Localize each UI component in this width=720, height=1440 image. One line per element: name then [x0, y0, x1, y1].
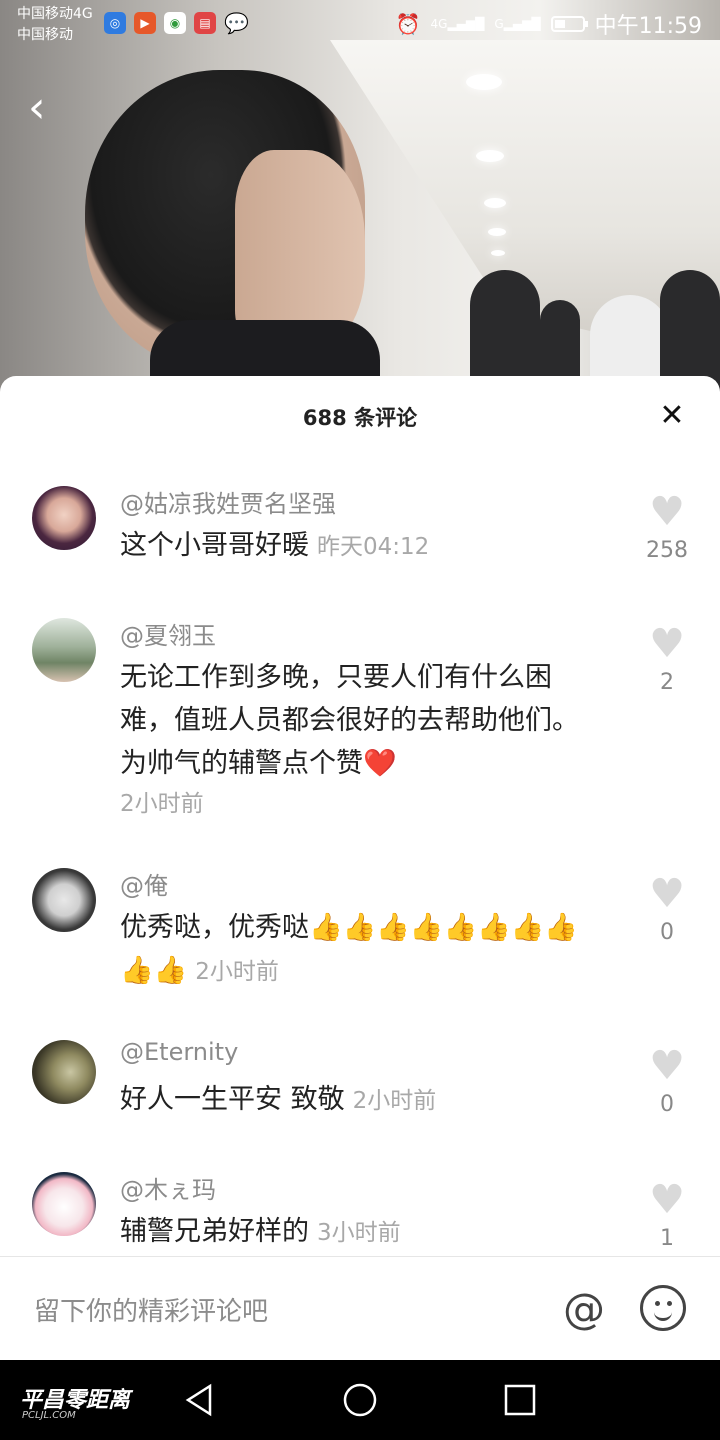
like-count: 2: [660, 670, 674, 695]
like-button[interactable]: ♥ 258: [642, 492, 692, 563]
comment-text: 好人一生平安 致敬 2小时前: [120, 1084, 437, 1115]
nav-back-icon[interactable]: [182, 1382, 218, 1418]
comments-sheet: 688 条评论 ✕ @姑凉我姓贾名坚强 这个小哥哥好暖 昨天04:12 ♥ 258…: [0, 376, 720, 1360]
signal-icon-2: G▂▄▆█: [494, 17, 541, 31]
heart-icon: ♥: [649, 489, 685, 535]
carrier-label-1: 中国移动4G: [17, 6, 93, 22]
close-icon[interactable]: ✕: [656, 400, 688, 432]
emoji-icon[interactable]: [640, 1285, 686, 1331]
comment-text: 这个小哥哥好暖 昨天04:12: [120, 530, 430, 561]
app-notification-icon: ◎: [104, 12, 126, 34]
video-background[interactable]: [0, 0, 720, 420]
ceiling-light: [476, 150, 504, 162]
book-notification-icon: ▤: [194, 12, 216, 34]
comment-item: @俺 优秀哒，优秀哒👍👍👍👍👍👍👍👍👍👍 2小时前 ♥ 0: [0, 840, 720, 1010]
avatar[interactable]: [32, 868, 96, 932]
watermark-url: PCLJL.COM: [22, 1410, 76, 1421]
like-count: 0: [660, 920, 674, 945]
status-bar: 中国移动4G 中国移动 ◎ ▶ ◉ ▤ 💬 ⏰ 4G▂▄▆█ G▂▄▆█ 中午1…: [0, 0, 720, 48]
ceiling-light: [488, 228, 506, 236]
like-count: 1: [660, 1226, 674, 1251]
heart-icon: ♥: [649, 1177, 685, 1223]
heart-icon: ♥: [649, 1043, 685, 1089]
comment-time: 2小时前: [352, 1088, 437, 1114]
avatar[interactable]: [32, 1040, 96, 1104]
ceiling-light: [466, 74, 502, 90]
like-button[interactable]: ♥ 2: [642, 624, 692, 695]
at-mention-icon[interactable]: @: [560, 1285, 608, 1333]
comment-item: @Eternity 好人一生平安 致敬 2小时前 ♥ 0: [0, 1012, 720, 1142]
comment-text: 优秀哒，优秀哒👍👍👍👍👍👍👍👍👍👍 2小时前: [120, 912, 578, 986]
avatar[interactable]: [32, 618, 96, 682]
like-button[interactable]: ♥ 0: [642, 1046, 692, 1117]
comment-username[interactable]: @姑凉我姓贾名坚强: [120, 484, 336, 519]
app-root: 中国移动4G 中国移动 ◎ ▶ ◉ ▤ 💬 ⏰ 4G▂▄▆█ G▂▄▆█ 中午1…: [0, 0, 720, 1440]
comment-item: @姑凉我姓贾名坚强 这个小哥哥好暖 昨天04:12 ♥ 258: [0, 458, 720, 588]
nav-home-icon[interactable]: [342, 1382, 378, 1418]
ceiling-light: [491, 250, 505, 256]
emoji-eye: [655, 1301, 660, 1306]
comment-input[interactable]: 留下你的精彩评论吧: [34, 1291, 268, 1328]
comment-time: 昨天04:12: [317, 534, 430, 560]
comment-username[interactable]: @夏翎玉: [120, 616, 216, 651]
comment-item: @夏翎玉 无论工作到多晚，只要人们有什么困难，值班人员都会很好的去帮助他们。为帅…: [0, 590, 720, 840]
avatar[interactable]: [32, 1172, 96, 1236]
like-count: 0: [660, 1092, 674, 1117]
comment-item: @木ぇ玛 辅警兄弟好样的 3小时前 ♥ 1: [0, 1146, 720, 1258]
like-count: 258: [646, 538, 688, 563]
carrier-label-2: 中国移动: [17, 27, 73, 43]
status-right: ⏰ 4G▂▄▆█ G▂▄▆█ 中午11:59: [396, 8, 702, 40]
browser-notification-icon: ◉: [164, 12, 186, 34]
alarm-icon: ⏰: [395, 12, 421, 36]
comment-time: 2小时前: [195, 959, 279, 985]
heart-icon: ♥: [649, 621, 685, 667]
ceiling-light: [484, 198, 506, 208]
comment-text: 无论工作到多晚，只要人们有什么困难，值班人员都会很好的去帮助他们。为帅气的辅警点…: [120, 662, 579, 779]
status-time: 中午11:59: [594, 14, 702, 39]
signal-icon-1: 4G▂▄▆█: [430, 17, 485, 31]
comment-username[interactable]: @木ぇ玛: [120, 1170, 216, 1205]
comment-username[interactable]: @Eternity: [120, 1038, 238, 1066]
comment-time: 3小时前: [317, 1220, 401, 1246]
comment-time: 2小时前: [120, 791, 204, 817]
avatar[interactable]: [32, 486, 96, 550]
comments-header: 688 条评论 ✕: [0, 376, 720, 458]
emoji-eye: [667, 1301, 672, 1306]
like-button[interactable]: ♥ 1: [642, 1180, 692, 1251]
comment-username[interactable]: @俺: [120, 866, 168, 901]
comment-list[interactable]: @姑凉我姓贾名坚强 这个小哥哥好暖 昨天04:12 ♥ 258 @夏翎玉 无论工作…: [0, 458, 720, 1258]
back-arrow-icon[interactable]: ‹: [28, 86, 68, 130]
like-button[interactable]: ♥ 0: [642, 874, 692, 945]
emoji-mouth: [654, 1308, 672, 1321]
nav-recents-icon[interactable]: [502, 1382, 538, 1418]
comment-count-title: 688 条评论: [302, 406, 418, 430]
chat-notification-icon: 💬: [224, 11, 249, 35]
system-nav-bar: 平昌零距离 PCLJL.COM: [0, 1360, 720, 1440]
video-app-notification-icon: ▶: [134, 12, 156, 34]
comment-input-bar: 留下你的精彩评论吧 @: [0, 1256, 720, 1361]
battery-icon: [550, 16, 588, 32]
heart-icon: ♥: [649, 871, 685, 917]
comment-text: 辅警兄弟好样的 3小时前: [120, 1216, 401, 1247]
